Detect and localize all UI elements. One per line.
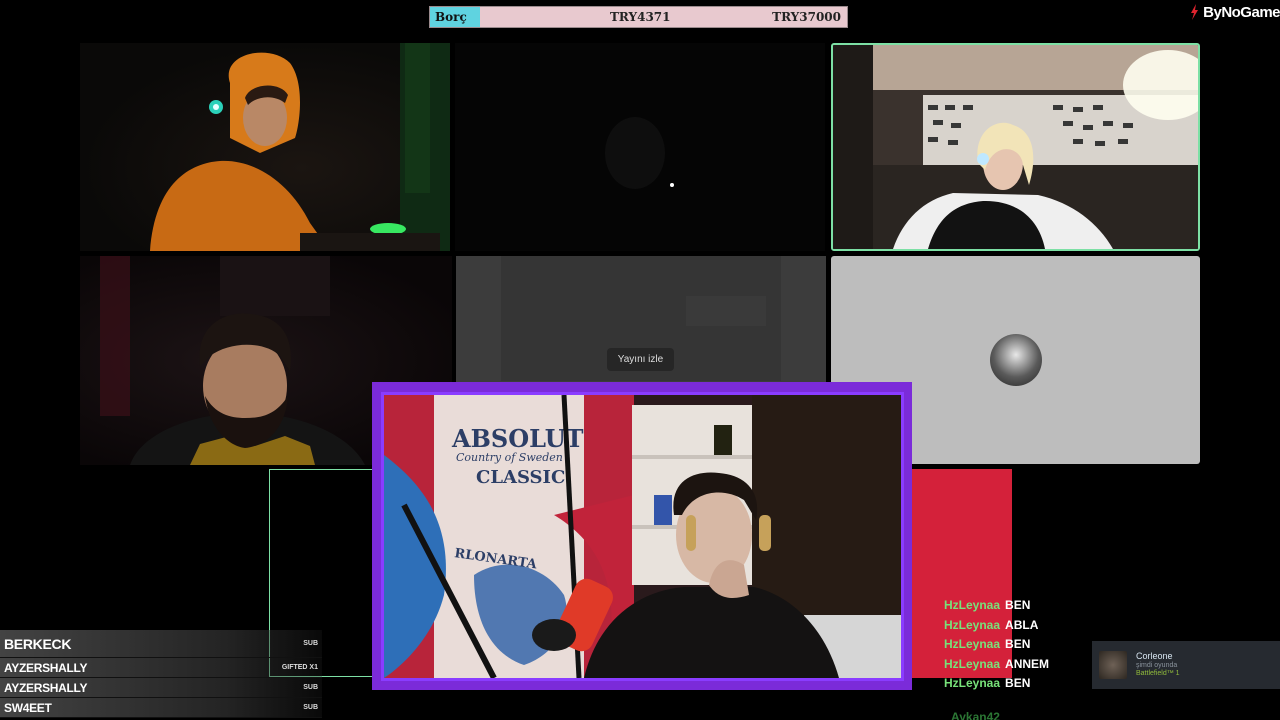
video-tile-orange-hoodie[interactable] <box>80 43 450 251</box>
brand-name: ByNoGame <box>1203 3 1280 21</box>
debt-current-value: TRY4371 <box>610 10 671 24</box>
brand-flame-icon <box>1191 4 1199 20</box>
sub-entry: BERKECK SUB <box>0 630 322 658</box>
sub-entry: SW4EET SUB <box>0 698 322 718</box>
chat-message: HzLeynaa ANNEM <box>944 657 1049 677</box>
chat-message: HzLeynaa ABLA <box>944 618 1049 638</box>
friend-game: Battlefield™ 1 <box>1136 670 1180 678</box>
streamer-video: ABSOLUT Country of Sweden CLASSIC RLONAR… <box>384 395 901 678</box>
sub-type: SUB <box>303 704 318 711</box>
chat-username[interactable]: HzLeynaa <box>944 676 1000 696</box>
sub-entry: AYZERSHALLY GIFTED X1 <box>0 658 322 678</box>
participant-video <box>150 43 450 251</box>
chat-text: ANNEM <box>1005 656 1050 671</box>
friend-avatar <box>1099 651 1127 679</box>
chat-username[interactable]: HzLeynaa <box>944 618 1000 638</box>
sub-entry: AYZERSHALLY SUB <box>0 678 322 698</box>
chat-overlay: HzLeynaa BEN HzLeynaa ABLA HzLeynaa BEN … <box>944 598 1049 696</box>
chat-username[interactable]: HzLeynaa <box>944 657 1000 677</box>
sub-type: SUB <box>303 640 318 647</box>
chat-username[interactable]: HzLeynaa <box>944 598 1000 618</box>
chat-text: ABLA <box>1005 617 1039 632</box>
poster-line-3: CLASSIC <box>476 467 565 488</box>
participant-video <box>605 117 674 189</box>
chat-username[interactable]: HzLeynaa <box>944 637 1000 657</box>
chat-message: HzLeynaa BEN <box>944 676 1049 696</box>
video-tile-kitchen[interactable] <box>831 43 1200 251</box>
poster-line-2: Country of Sweden <box>456 451 563 464</box>
chat-message: HzLeynaa BEN <box>944 637 1049 657</box>
participant-avatar <box>989 334 1042 386</box>
debt-progress-bar: Borç TRY4371 TRY37000 <box>429 6 848 28</box>
friend-status: şimdi oyunda <box>1136 662 1178 669</box>
debt-label: Borç <box>430 7 480 27</box>
chat-username-faded: Aykan42 <box>951 710 1000 720</box>
debt-target-value: TRY37000 <box>772 10 841 24</box>
steam-game-notification[interactable]: Corleone şimdi oyunda Battlefield™ 1 <box>1092 641 1280 689</box>
video-tile-dark[interactable] <box>455 43 825 251</box>
sub-username: AYZERSHALLY <box>4 660 88 675</box>
friend-name: Corleone <box>1136 651 1173 662</box>
chat-text: BEN <box>1005 676 1031 690</box>
sub-username: BERKECK <box>4 635 72 652</box>
main-streamer-cam: ABSOLUT Country of Sweden CLASSIC RLONAR… <box>381 392 904 681</box>
participant-video <box>833 45 1198 249</box>
sub-username: SW4EET <box>4 700 52 715</box>
recent-subs-list: BERKECK SUB AYZERSHALLY GIFTED X1 AYZERS… <box>0 630 322 718</box>
sub-type: SUB <box>303 684 318 691</box>
brand-logo: ByNoGame <box>1188 2 1280 22</box>
chat-text: BEN <box>1005 637 1031 651</box>
chat-message: HzLeynaa BEN <box>944 598 1049 618</box>
sub-type: GIFTED X1 <box>281 664 318 671</box>
watch-stream-button[interactable]: Yayını izle <box>607 348 674 371</box>
chat-text: BEN <box>1005 598 1031 612</box>
sub-username: AYZERSHALLY <box>4 680 88 695</box>
